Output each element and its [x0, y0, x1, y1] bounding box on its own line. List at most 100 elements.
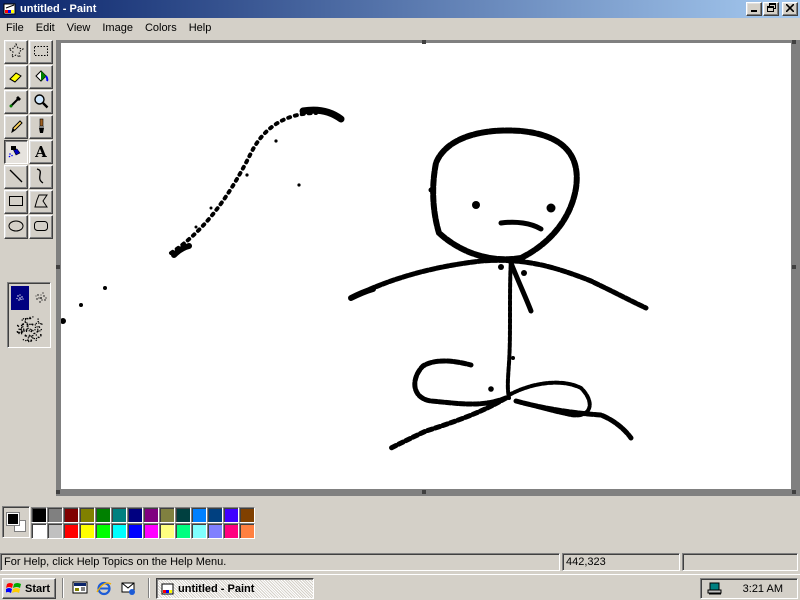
resize-handle-top-right	[792, 40, 796, 44]
ellipse-tool[interactable]	[4, 215, 28, 239]
menu-help[interactable]: Help	[183, 19, 218, 37]
show-desktop-icon[interactable]	[70, 579, 90, 597]
airbrush-size-small[interactable]	[11, 286, 29, 310]
fill-with-color-tool[interactable]	[29, 65, 53, 89]
palette-swatch[interactable]	[31, 507, 47, 523]
palette-swatch[interactable]	[191, 507, 207, 523]
internet-explorer-icon[interactable]	[94, 579, 114, 597]
resize-handle-bottom-right[interactable]	[792, 490, 796, 494]
palette-swatch[interactable]	[223, 523, 239, 539]
palette-swatch[interactable]	[95, 507, 111, 523]
rectangle-icon	[8, 193, 24, 212]
status-coordinates: 442,323	[562, 553, 680, 571]
palette-swatch[interactable]	[159, 507, 175, 523]
brush-tool[interactable]	[29, 115, 53, 139]
airbrush-tool[interactable]	[4, 140, 28, 164]
palette-swatch[interactable]	[95, 523, 111, 539]
free-form-select-tool[interactable]	[4, 40, 28, 64]
palette-swatch[interactable]	[239, 523, 255, 539]
taskbar: Start untitled - Paint 3:21 AM	[0, 574, 800, 600]
brush-icon	[33, 118, 49, 137]
outlook-express-icon[interactable]	[118, 579, 138, 597]
menu-colors[interactable]: Colors	[139, 19, 183, 37]
resize-handle-bottom[interactable]	[422, 490, 426, 494]
title-bar[interactable]: untitled - Paint	[0, 0, 800, 18]
palette-swatch[interactable]	[111, 507, 127, 523]
palette-swatch[interactable]	[191, 523, 207, 539]
pick-color-tool[interactable]	[4, 90, 28, 114]
network-tray-icon[interactable]	[707, 581, 723, 597]
tool-options-panel	[7, 282, 51, 348]
palette-swatch[interactable]	[79, 507, 95, 523]
current-colors[interactable]	[2, 506, 30, 538]
pencil-tool[interactable]	[4, 115, 28, 139]
color-box	[0, 500, 800, 546]
airbrush-size-large[interactable]	[14, 313, 46, 345]
text-tool[interactable]: A	[29, 140, 53, 164]
palette-swatch[interactable]	[63, 507, 79, 523]
palette-swatch[interactable]	[143, 507, 159, 523]
palette-swatch[interactable]	[127, 523, 143, 539]
taskbar-item-paint[interactable]: untitled - Paint	[156, 578, 314, 599]
close-button[interactable]	[782, 2, 798, 16]
select-tool[interactable]	[29, 40, 53, 64]
menu-view[interactable]: View	[61, 19, 97, 37]
palette-swatch[interactable]	[63, 523, 79, 539]
ellipse-icon	[8, 218, 24, 237]
taskbar-item-label: untitled - Paint	[178, 582, 255, 595]
menu-file[interactable]: File	[0, 19, 30, 37]
status-help-text: For Help, click Help Topics on the Help …	[0, 553, 560, 571]
rectangle-tool[interactable]	[4, 190, 28, 214]
minimize-icon	[750, 4, 758, 15]
palette-swatch[interactable]	[79, 523, 95, 539]
line-tool[interactable]	[4, 165, 28, 189]
status-bar: For Help, click Help Topics on the Help …	[0, 551, 800, 573]
drawing-canvas[interactable]	[61, 43, 791, 489]
restore-button[interactable]	[763, 2, 779, 16]
palette-swatch[interactable]	[111, 523, 127, 539]
free-form-select-icon	[7, 42, 25, 62]
palette-swatch[interactable]	[223, 507, 239, 523]
rounded-rectangle-tool[interactable]	[29, 215, 53, 239]
pencil-icon	[8, 118, 24, 137]
airbrush-icon	[8, 143, 24, 162]
palette-swatch[interactable]	[143, 523, 159, 539]
palette-swatch[interactable]	[207, 507, 223, 523]
magnifier-tool[interactable]	[29, 90, 53, 114]
stick-figure-drawing	[61, 106, 649, 451]
system-tray: 3:21 AM	[700, 578, 798, 599]
palette-swatch[interactable]	[239, 507, 255, 523]
palette-swatch[interactable]	[159, 523, 175, 539]
polygon-tool[interactable]	[29, 190, 53, 214]
menu-edit[interactable]: Edit	[30, 19, 61, 37]
eyedropper-icon	[8, 93, 24, 112]
clock[interactable]: 3:21 AM	[743, 583, 783, 595]
paint-app-icon[interactable]	[3, 2, 17, 16]
palette-swatch[interactable]	[31, 523, 47, 539]
curve-tool[interactable]	[29, 165, 53, 189]
menu-bar: File Edit View Image Colors Help	[0, 18, 800, 38]
resize-handle-right[interactable]	[792, 265, 796, 269]
start-button[interactable]: Start	[2, 578, 56, 599]
menu-image[interactable]: Image	[96, 19, 139, 37]
palette-swatch[interactable]	[175, 507, 191, 523]
start-label: Start	[25, 582, 51, 595]
palette-swatch[interactable]	[47, 523, 63, 539]
line-icon	[8, 168, 24, 187]
minimize-button[interactable]	[746, 2, 762, 16]
palette-swatch[interactable]	[207, 523, 223, 539]
windows-logo-icon	[5, 582, 22, 596]
polygon-icon	[33, 193, 49, 212]
airbrush-size-medium[interactable]	[31, 286, 51, 310]
rectangle-select-icon	[33, 43, 49, 62]
foreground-color-swatch	[7, 513, 19, 525]
palette-swatch[interactable]	[127, 507, 143, 523]
canvas-workarea[interactable]	[56, 40, 800, 496]
eraser-tool[interactable]	[4, 65, 28, 89]
palette-swatch[interactable]	[175, 523, 191, 539]
curve-icon	[33, 167, 49, 187]
resize-handle-left	[56, 265, 60, 269]
palette-swatch[interactable]	[47, 507, 63, 523]
paint-app-icon	[161, 582, 175, 596]
quick-launch-separator	[62, 578, 64, 598]
